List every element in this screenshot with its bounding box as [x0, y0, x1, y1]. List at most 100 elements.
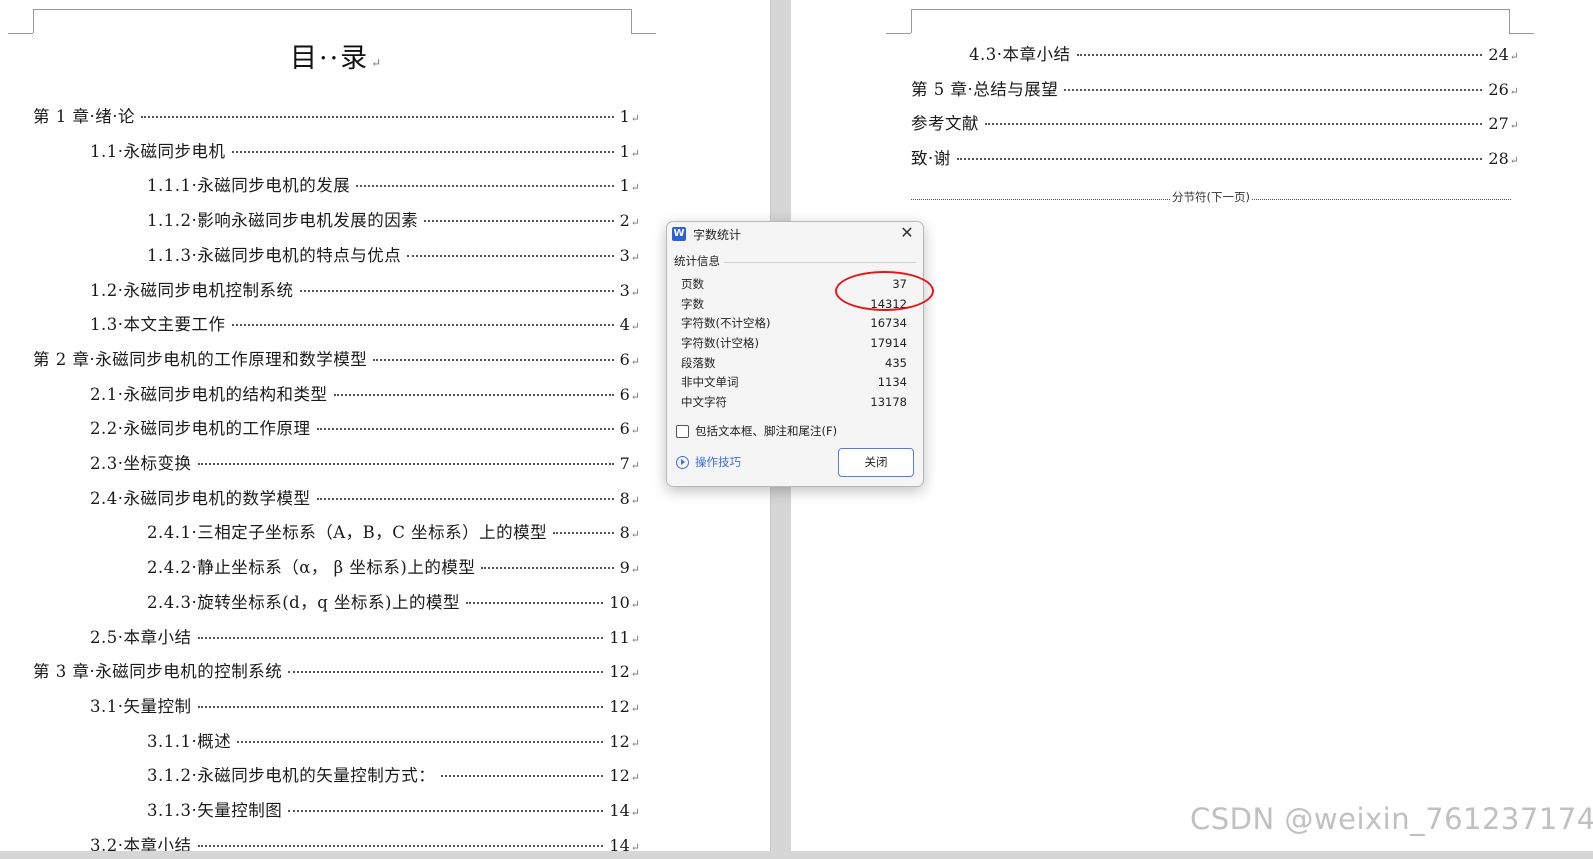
toc-entry-title[interactable]: 4.3·本章小结 — [969, 41, 1071, 69]
stat-row: 段落数 435 — [681, 354, 907, 374]
section-break-marker: 分节符(下一页) — [911, 190, 1512, 204]
toc-entry[interactable]: 1.2·永磁同步电机控制系统 3 ↵ — [90, 277, 640, 305]
tips-link-label[interactable]: 操作技巧 — [695, 454, 741, 470]
paragraph-mark-icon: ↵ — [630, 701, 640, 715]
toc-entry-title[interactable]: 致·谢 — [911, 145, 951, 173]
stat-value: 16734 — [870, 316, 907, 331]
toc-entry-title[interactable]: 2.4.1·三相定子坐标系（A，B，C 坐标系）上的模型 — [147, 519, 547, 547]
toc-leader-dots — [197, 705, 604, 708]
toc-entry-title[interactable]: 3.1.2·永磁同步电机的矢量控制方式： — [147, 762, 435, 790]
toc-entry[interactable]: 致·谢 28 ↵ — [911, 145, 1519, 173]
paragraph-mark-icon: ↵ — [1509, 154, 1519, 168]
toc-page-number: 10 — [609, 592, 630, 612]
paragraph-mark-icon: ↵ — [630, 389, 640, 403]
paragraph-mark-icon: ↵ — [630, 459, 640, 472]
toc-entry-title[interactable]: 2.3·坐标变换 — [90, 450, 192, 478]
toc-entry-title[interactable]: 1.3·本文主要工作 — [90, 311, 226, 339]
toc-page-number: 14 — [609, 801, 630, 820]
paragraph-mark-icon: ↵ — [630, 806, 640, 819]
toc-entry[interactable]: 第 5 章·总结与展望 26 ↵ — [911, 76, 1519, 104]
toc-entry-title[interactable]: 1.2·永磁同步电机控制系统 — [90, 277, 294, 305]
stat-row: 字符数(不计空格) 16734 — [681, 314, 907, 334]
toc-entry[interactable]: 2.4.3·旋转坐标系(d，q 坐标系)上的模型 10 ↵ — [147, 589, 640, 617]
close-button[interactable]: 关闭 — [838, 448, 914, 477]
toc-entry[interactable]: 1.1.3·永磁同步电机的特点与优点 3 ↵ — [147, 242, 640, 270]
toc-leader-dots — [481, 566, 614, 570]
toc-entry-title[interactable]: 2.4.3·旋转坐标系(d，q 坐标系)上的模型 — [147, 589, 460, 617]
toc-leader-dots — [985, 122, 1483, 126]
toc-entry[interactable]: 1.1.2·影响永磁同步电机发展的因素 2 ↵ — [147, 207, 640, 235]
toc-entry-title[interactable]: 3.1.3·矢量控制图 — [147, 797, 282, 825]
toc-entry[interactable]: 1.1.1·永磁同步电机的发展 1 ↵ — [147, 172, 640, 200]
paragraph-mark-icon: ↵ — [630, 250, 640, 264]
toc-entry[interactable]: 2.3·坐标变换 7 ↵ — [90, 450, 640, 478]
stat-value: 435 — [885, 355, 907, 370]
toc-entry[interactable]: 1.3·本文主要工作 4 ↵ — [90, 311, 640, 339]
checkbox-icon[interactable] — [676, 424, 689, 438]
toc-entry-title[interactable]: 2.4·永磁同步电机的数学模型 — [90, 485, 311, 513]
toc-entry[interactable]: 参考文献 27 ↵ — [911, 110, 1519, 138]
toc-entry-title[interactable]: 参考文献 — [911, 110, 979, 138]
toc-entry-title[interactable]: 3.1.1·概述 — [147, 728, 231, 756]
include-textbox-footnote-checkbox[interactable]: 包括文本框、脚注和尾注(F) — [676, 423, 837, 439]
toc-entry-title[interactable]: 第 2 章·永磁同步电机的工作原理和数学模型 — [33, 346, 367, 374]
toc-entry[interactable]: 2.4.2·静止坐标系（α， β 坐标系)上的模型 9 ↵ — [147, 554, 640, 582]
toc-entry[interactable]: 3.1.3·矢量控制图 14 ↵ — [147, 797, 640, 825]
toc-leader-dots — [140, 115, 614, 118]
toc-leader-dots — [197, 844, 604, 847]
paragraph-mark-icon: ↵ — [630, 736, 640, 750]
tips-link[interactable]: 操作技巧 — [676, 454, 741, 470]
toc-entry[interactable]: 第 2 章·永磁同步电机的工作原理和数学模型 6 ↵ — [33, 346, 640, 374]
document-page-left: 目··录 ↵ 第 1 章·绪·论 1 ↵ 1.1·永磁同步电机 1 ↵ 1.1.1·永磁同步电… — [0, 0, 769, 851]
toc-entry[interactable]: 2.1·永磁同步电机的结构和类型 6 ↵ — [90, 381, 640, 409]
toc-entry-title[interactable]: 第 5 章·总结与展望 — [911, 76, 1058, 104]
toc-page-number: 12 — [609, 662, 630, 682]
toc-entry[interactable]: 2.4.1·三相定子坐标系（A，B，C 坐标系）上的模型 8 ↵ — [147, 519, 640, 547]
toc-entry[interactable]: 第 1 章·绪·论 1 ↵ — [33, 103, 640, 131]
toc-entry-title[interactable]: 1.1.1·永磁同步电机的发展 — [147, 172, 350, 200]
toc-entry[interactable]: 3.2·本章小结 14 ↵ — [90, 832, 640, 851]
toc-entry[interactable]: 3.1·矢量控制 12 ↵ — [90, 693, 640, 721]
toc-entry[interactable]: 2.5·本章小结 11 ↵ — [90, 624, 640, 652]
paragraph-mark-icon: ↵ — [630, 632, 640, 646]
toc-leader-dots — [316, 497, 614, 500]
toc-entry[interactable]: 4.3·本章小结 24 ↵ — [969, 41, 1519, 69]
paragraph-mark-icon: ↵ — [1509, 84, 1519, 98]
dialog-titlebar[interactable]: W 字数统计 ✕ — [667, 222, 923, 246]
toc-entry-title[interactable]: 1.1.2·影响永磁同步电机发展的因素 — [147, 207, 418, 235]
page-corner-mark — [631, 33, 656, 34]
page-corner-mark — [911, 9, 1509, 10]
paragraph-mark-icon: ↵ — [630, 112, 640, 125]
workspace-bottom-strip — [0, 851, 1593, 859]
toc-leader-dots — [424, 219, 614, 223]
toc-leader-dots — [956, 157, 1483, 161]
toc-entry[interactable]: 1.1·永磁同步电机 1 ↵ — [90, 138, 640, 166]
toc-entry-title[interactable]: 3.2·本章小结 — [90, 832, 192, 851]
toc-entry-title[interactable]: 3.1·矢量控制 — [90, 693, 192, 721]
toc-entry-title[interactable]: 1.1.3·永磁同步电机的特点与优点 — [147, 242, 401, 270]
toc-entry[interactable]: 2.2·永磁同步电机的工作原理 6 ↵ — [90, 415, 640, 443]
statistics-group-label: 统计信息 — [674, 254, 720, 268]
toc-entry[interactable]: 3.1.1·概述 12 ↵ — [147, 728, 640, 756]
toc-entry-title[interactable]: 2.5·本章小结 — [90, 624, 192, 652]
toc-entry[interactable]: 第 3 章·永磁同步电机的控制系统 12 ↵ — [33, 658, 640, 686]
toc-entry-title[interactable]: 2.1·永磁同步电机的结构和类型 — [90, 381, 328, 409]
paragraph-mark-icon: ↵ — [630, 563, 640, 577]
close-icon[interactable]: ✕ — [897, 223, 917, 243]
toc-entry-title[interactable]: 1.1·永磁同步电机 — [90, 138, 226, 166]
toc-page-number: 8 — [619, 488, 630, 508]
toc-entry[interactable]: 2.4·永磁同步电机的数学模型 8 ↵ — [90, 485, 640, 513]
toc-entry-title[interactable]: 2.2·永磁同步电机的工作原理 — [90, 415, 311, 443]
stat-label: 段落数 — [681, 355, 716, 370]
toc-leader-dots — [237, 740, 604, 743]
toc-entry[interactable]: 3.1.2·永磁同步电机的矢量控制方式： 12 ↵ — [147, 762, 640, 790]
play-circle-icon[interactable] — [676, 455, 689, 469]
wps-writer-icon: W — [672, 227, 686, 241]
toc-page-number: 12 — [609, 696, 630, 716]
checkbox-label[interactable]: 包括文本框、脚注和尾注(F) — [695, 423, 837, 439]
stat-label: 字符数(不计空格) — [681, 316, 771, 331]
toc-entry-title[interactable]: 第 1 章·绪·论 — [33, 103, 135, 131]
toc-entry-title[interactable]: 第 3 章·永磁同步电机的控制系统 — [33, 658, 282, 686]
toc-entry-title[interactable]: 2.4.2·静止坐标系（α， β 坐标系)上的模型 — [147, 554, 475, 582]
page-corner-mark — [911, 9, 912, 33]
